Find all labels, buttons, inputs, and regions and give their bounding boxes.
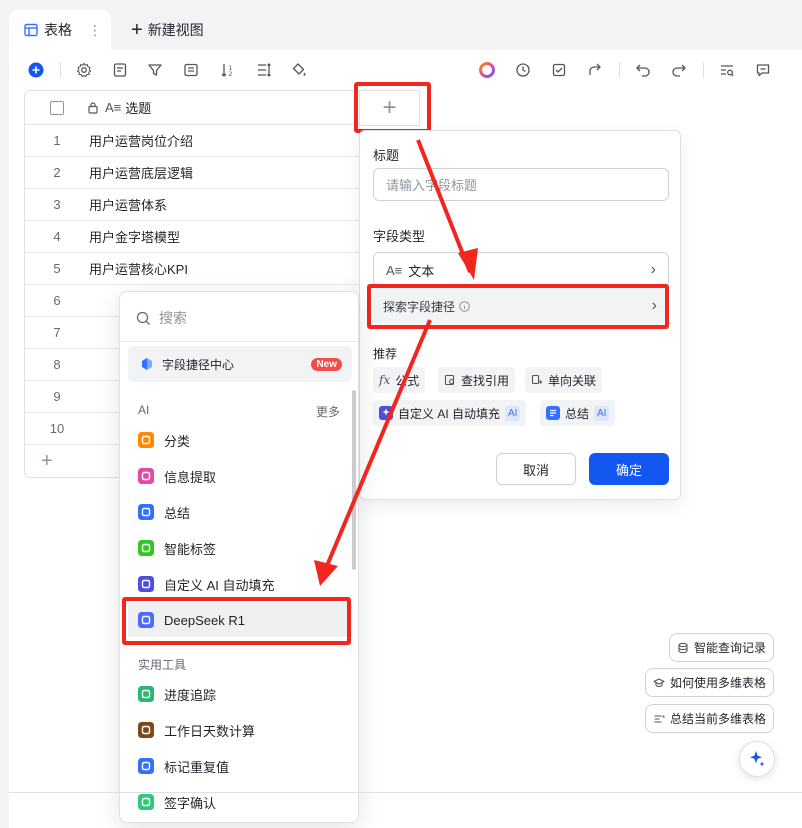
sparkle-icon <box>747 749 767 769</box>
bubble-label: 如何使用多维表格 <box>670 676 767 690</box>
arrow-head <box>458 248 478 280</box>
how-to-use-bubble[interactable]: 如何使用多维表格 <box>645 668 775 697</box>
summarize-table-bubble[interactable]: 总结当前多维表格 <box>645 704 775 733</box>
arrow-head <box>314 560 338 586</box>
bubble-label: 智能查询记录 <box>694 641 767 655</box>
bubble-label: 总结当前多维表格 <box>670 712 767 726</box>
arrow-to-deepseek <box>324 319 432 569</box>
ai-assistant-button[interactable] <box>739 741 775 777</box>
bottom-divider <box>9 792 802 793</box>
summary-lines-icon <box>653 713 665 725</box>
graduation-cap-icon <box>653 677 665 689</box>
database-icon <box>677 642 689 654</box>
smart-query-bubble[interactable]: 智能查询记录 <box>669 633 775 662</box>
